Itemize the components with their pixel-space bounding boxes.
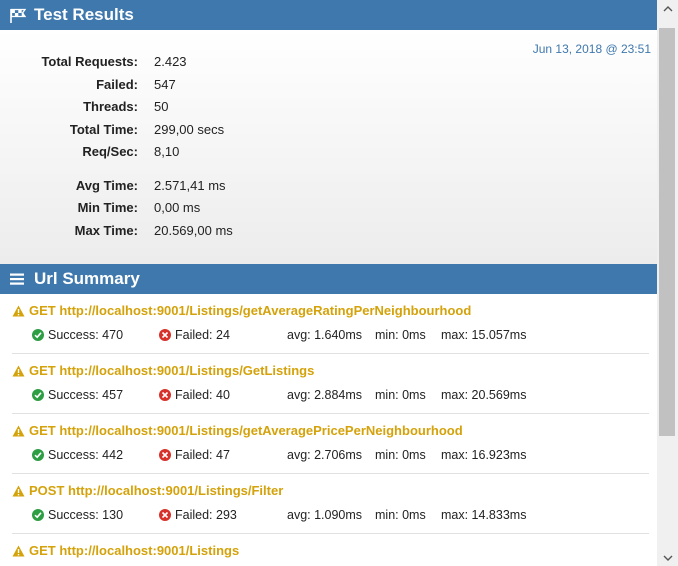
min-time: min: 0ms <box>375 508 426 522</box>
url-stats: Success: 457 Failed: 40 avg: 2.884ms min… <box>12 388 649 404</box>
failed-count: Failed: 293 <box>159 508 237 522</box>
url-title[interactable]: GET http://localhost:9001/Listings <box>12 543 239 558</box>
min-time: min: 0ms <box>375 448 426 462</box>
success-count: Success: 442 <box>32 448 123 462</box>
stat-max-time: Max Time: 20.569,00 ms <box>0 220 233 243</box>
url-title-text: POST http://localhost:9001/Listings/Filt… <box>29 483 284 498</box>
stat-value: 0,00 ms <box>154 200 201 215</box>
test-results-title: Test Results <box>34 5 134 24</box>
stat-threads: Threads: 50 <box>0 96 233 119</box>
content-viewport[interactable]: Test Results Jun 13, 2018 @ 23:51 Total … <box>0 0 657 566</box>
url-title-text: GET http://localhost:9001/Listings/getAv… <box>29 303 472 318</box>
avg-time: avg: 2.706ms <box>287 448 363 462</box>
stat-value: 20.569,00 ms <box>154 222 233 238</box>
url-title-text: GET http://localhost:9001/Listings/getAv… <box>29 423 463 438</box>
url-item: GET http://localhost:9001/Listings <box>12 534 649 566</box>
url-title[interactable]: GET http://localhost:9001/Listings/getAv… <box>12 423 463 438</box>
url-summary-list: GET http://localhost:9001/Listings/getAv… <box>0 294 657 566</box>
min-time: min: 0ms <box>375 388 426 402</box>
failed-count: Failed: 24 <box>159 328 230 342</box>
x-circle-icon <box>159 389 171 401</box>
url-title-text: GET http://localhost:9001/Listings <box>29 543 240 558</box>
chevron-down-icon <box>663 555 672 561</box>
stat-label: Total Time: <box>69 121 138 137</box>
stat-req-per-sec: Req/Sec: 8,10 <box>0 141 233 164</box>
avg-time: avg: 1.640ms <box>287 328 363 342</box>
url-title-text: GET http://localhost:9001/Listings/GetLi… <box>29 363 315 378</box>
stat-failed: Failed: 547 <box>0 74 233 97</box>
x-circle-icon <box>159 509 171 521</box>
max-time: max: 16.923ms <box>441 448 527 462</box>
stats-table: Total Requests: 2.423 Failed: 547 Thread… <box>0 51 233 243</box>
url-title[interactable]: GET http://localhost:9001/Listings/getAv… <box>12 303 471 318</box>
stat-value: 2.571,41 ms <box>154 177 226 193</box>
url-item: GET http://localhost:9001/Listings/getAv… <box>12 414 649 474</box>
stat-value: 8,10 <box>154 144 180 159</box>
stat-value: 547 <box>154 76 176 92</box>
warning-icon <box>12 425 25 436</box>
stat-label: Avg Time: <box>75 177 138 193</box>
warning-icon <box>12 305 25 316</box>
avg-time: avg: 2.884ms <box>287 388 363 402</box>
stat-avg-time: Avg Time: 2.571,41 ms <box>0 175 233 198</box>
scrollbar-thumb[interactable] <box>659 28 675 436</box>
stat-value: 2.423 <box>154 54 187 69</box>
stat-label: Threads: <box>83 99 138 114</box>
stat-label: Req/Sec: <box>82 144 138 159</box>
max-time: max: 15.057ms <box>441 328 527 342</box>
list-icon <box>9 271 29 287</box>
check-circle-icon <box>32 509 44 521</box>
flag-icon <box>9 7 29 23</box>
x-circle-icon <box>159 329 171 341</box>
url-summary-title: Url Summary <box>34 269 140 288</box>
max-time: max: 14.833ms <box>441 508 527 522</box>
url-stats: Success: 130 Failed: 293 avg: 1.090ms mi… <box>12 508 649 524</box>
run-timestamp: Jun 13, 2018 @ 23:51 <box>532 42 651 56</box>
max-time: max: 20.569ms <box>441 388 527 402</box>
vertical-scrollbar[interactable] <box>657 0 678 566</box>
warning-icon <box>12 545 25 556</box>
url-item: POST http://localhost:9001/Listings/Filt… <box>12 474 649 534</box>
stat-value: 50 <box>154 99 169 114</box>
success-count: Success: 457 <box>32 388 123 402</box>
stat-value: 299,00 secs <box>154 121 225 137</box>
warning-icon <box>12 365 25 376</box>
stat-total-requests: Total Requests: 2.423 <box>0 51 233 74</box>
x-circle-icon <box>159 449 171 461</box>
scroll-up-button[interactable] <box>657 0 678 17</box>
stat-label: Max Time: <box>74 222 138 238</box>
stat-label: Min Time: <box>77 200 138 215</box>
stat-label: Failed: <box>96 76 138 92</box>
url-title[interactable]: GET http://localhost:9001/Listings/GetLi… <box>12 363 314 378</box>
stat-min-time: Min Time: 0,00 ms <box>0 197 233 220</box>
scroll-down-button[interactable] <box>657 549 678 566</box>
url-stats: Success: 442 Failed: 47 avg: 2.706ms min… <box>12 448 649 464</box>
chevron-up-icon <box>663 5 672 11</box>
success-count: Success: 130 <box>32 508 123 522</box>
check-circle-icon <box>32 329 44 341</box>
url-summary-header: Url Summary <box>0 264 657 294</box>
test-results-panel: Jun 13, 2018 @ 23:51 Total Requests: 2.4… <box>0 30 657 264</box>
url-title[interactable]: POST http://localhost:9001/Listings/Filt… <box>12 483 283 498</box>
success-count: Success: 470 <box>32 328 123 342</box>
warning-icon <box>12 485 25 496</box>
stat-total-time: Total Time: 299,00 secs <box>0 119 233 142</box>
failed-count: Failed: 47 <box>159 448 230 462</box>
stat-label: Total Requests: <box>41 54 138 69</box>
check-circle-icon <box>32 449 44 461</box>
url-item: GET http://localhost:9001/Listings/GetLi… <box>12 354 649 414</box>
url-stats: Success: 470 Failed: 24 avg: 1.640ms min… <box>12 328 649 344</box>
min-time: min: 0ms <box>375 328 426 342</box>
failed-count: Failed: 40 <box>159 388 230 402</box>
test-results-header: Test Results <box>0 0 657 30</box>
avg-time: avg: 1.090ms <box>287 508 363 522</box>
url-item: GET http://localhost:9001/Listings/getAv… <box>12 294 649 354</box>
check-circle-icon <box>32 389 44 401</box>
